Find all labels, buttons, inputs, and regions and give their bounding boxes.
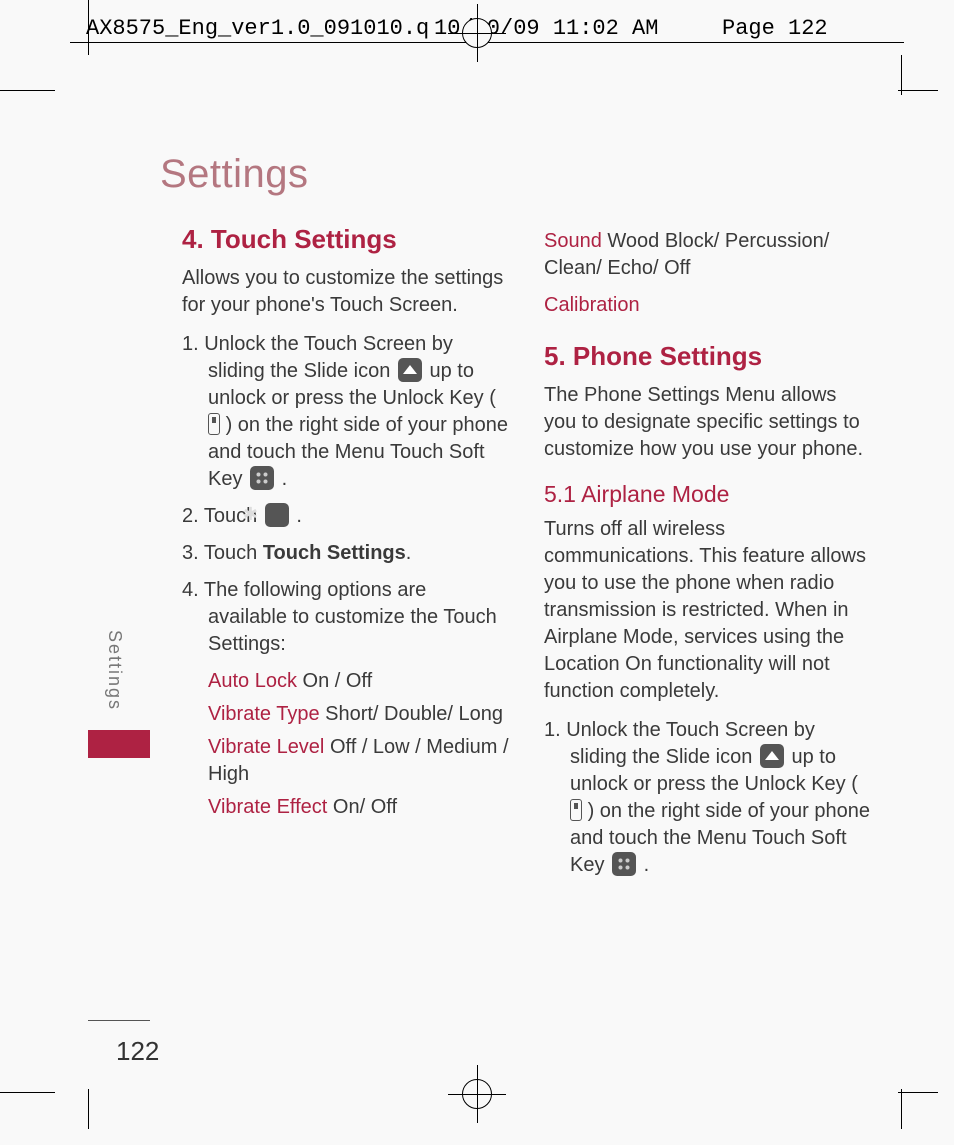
crop-mark-icon: [0, 90, 55, 91]
option-vibrate-effect: Vibrate Effect On/ Off: [208, 794, 510, 821]
touch-settings-intro: Allows you to customize the settings for…: [182, 265, 510, 319]
option-vibrate-type: Vibrate Type Short/ Double/ Long: [208, 701, 510, 728]
side-tab-block: [88, 730, 150, 758]
registration-mark-top-icon: [462, 18, 492, 48]
heading-touch-settings: 4. Touch Settings: [182, 222, 510, 257]
crop-mark-icon: [0, 1092, 55, 1093]
crop-page-label: Page 122: [716, 16, 834, 41]
option-calibration: Calibration: [544, 292, 872, 319]
crop-mark-icon: [901, 55, 902, 95]
unlock-key-icon: [570, 799, 582, 821]
slide-up-icon: [398, 358, 422, 382]
side-tab-label: Settings: [104, 630, 125, 711]
menu-softkey-icon: [612, 852, 636, 876]
touch-step-1: 1. Unlock the Touch Screen by sliding th…: [182, 331, 510, 493]
airplane-step-1: 1. Unlock the Touch Screen by sliding th…: [544, 717, 872, 879]
option-vibrate-level: Vibrate Level Off / Low / Medium / High: [208, 734, 510, 788]
crop-mark-icon: [901, 1089, 902, 1129]
menu-softkey-icon: [250, 466, 274, 490]
slide-up-icon: [760, 744, 784, 768]
crop-mark-icon: [898, 1092, 938, 1093]
content-area: 4. Touch Settings Allows you to customiz…: [182, 222, 872, 1043]
touch-step-3: 3. Touch Touch Settings.: [182, 540, 510, 567]
left-column: 4. Touch Settings Allows you to customiz…: [182, 222, 510, 1043]
heading-phone-settings: 5. Phone Settings: [544, 339, 872, 374]
page: Settings Settings 122 4. Touch Settings …: [88, 90, 902, 1093]
crop-mark-icon: [88, 1089, 89, 1129]
crop-mark-icon: [88, 0, 89, 55]
crop-filename: AX8575_Eng_ver1.0_091010.qxd: [80, 16, 462, 41]
option-auto-lock: Auto Lock On / Off: [208, 668, 510, 695]
unlock-key-icon: [208, 413, 220, 435]
airplane-mode-desc: Turns off all wireless communications. T…: [544, 516, 872, 705]
phone-settings-intro: The Phone Settings Menu allows you to de…: [544, 382, 872, 463]
crop-mark-icon: [898, 90, 938, 91]
settings-gear-icon: [265, 503, 289, 527]
touch-step-2: 2. Touch .: [182, 503, 510, 530]
touch-step-4: 4. The following options are available t…: [182, 577, 510, 658]
page-rule: [88, 1020, 150, 1021]
heading-airplane-mode: 5.1 Airplane Mode: [544, 479, 872, 510]
right-column: Sound Wood Block/ Percussion/ Clean/ Ech…: [544, 222, 872, 1043]
option-sound: Sound Wood Block/ Percussion/ Clean/ Ech…: [544, 228, 872, 282]
page-title: Settings: [160, 152, 309, 197]
page-number: 122: [116, 1036, 159, 1067]
